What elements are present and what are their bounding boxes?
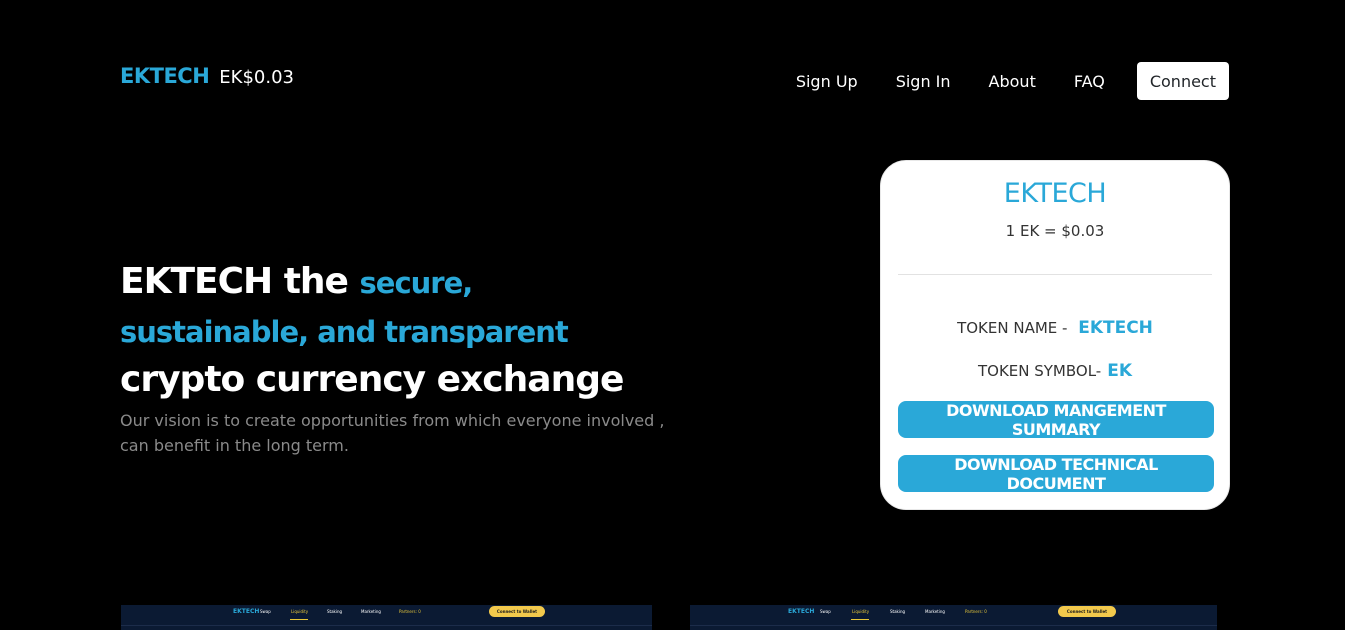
- preview-connect-button: Connect to Wallet: [1058, 606, 1116, 617]
- nav-faq[interactable]: FAQ: [1074, 72, 1105, 91]
- token-name-value: EKTECH: [1078, 318, 1153, 338]
- preview-item: Partners: 0: [399, 609, 421, 614]
- main-nav: Sign Up Sign In About FAQ Connect: [796, 62, 1229, 100]
- preview-item: Staking: [327, 609, 343, 614]
- preview-item: Staking: [890, 609, 906, 614]
- nav-sign-in[interactable]: Sign In: [896, 72, 951, 91]
- preview-item: Marketing: [925, 609, 945, 614]
- preview-navbar: EKTECH Swap Liquidity Staking Marketing …: [121, 605, 652, 620]
- card-rate: 1 EK = $0.03: [1005, 222, 1105, 240]
- card-title: EKTECH: [1003, 178, 1107, 209]
- hero-title: EKTECH the secure, sustainable, and tran…: [120, 258, 680, 404]
- preview-brand: EKTECH: [233, 608, 260, 615]
- token-symbol-value: EK: [1107, 361, 1133, 381]
- preview-item: Swap: [260, 609, 271, 614]
- preview-screenshot: EKTECH Swap Liquidity Staking Marketing …: [121, 605, 652, 630]
- preview-item: Swap: [820, 609, 831, 614]
- preview-navbar: EKTECH Swap Liquidity Staking Marketing …: [690, 605, 1217, 620]
- preview-item: Marketing: [361, 609, 381, 614]
- token-price: EK$0.03: [219, 67, 294, 88]
- page: EKTECH EK$0.03 Sign Up Sign In About FAQ…: [0, 0, 1345, 630]
- preview-item: Liquidity: [852, 609, 870, 614]
- hero-subtitle: Our vision is to create opportunities fr…: [120, 411, 665, 455]
- token-name-label: TOKEN NAME -: [957, 319, 1073, 337]
- brand-name[interactable]: EKTECH: [120, 64, 210, 88]
- connect-button[interactable]: Connect: [1136, 62, 1229, 100]
- preview-item: Partners: 0: [965, 609, 987, 614]
- hero-title-part1: EKTECH the: [120, 261, 360, 302]
- preview-active-underline: [851, 619, 869, 620]
- token-name-row: TOKEN NAME - EKTECH: [881, 318, 1229, 338]
- token-symbol-label: TOKEN SYMBOL-: [977, 362, 1102, 380]
- preview-connect-button: Connect to Wallet: [489, 606, 545, 617]
- preview-item: Liquidity: [291, 609, 309, 614]
- preview-brand: EKTECH: [788, 608, 815, 615]
- logo[interactable]: EKTECH EK$0.03: [120, 64, 294, 88]
- hero-title-highlight1: secure,: [359, 266, 474, 300]
- card-divider: [898, 274, 1212, 275]
- hero-title-highlight2: sustainable, and transparent: [120, 315, 569, 349]
- preview-active-underline: [290, 619, 308, 620]
- preview-divider: [690, 625, 1217, 626]
- preview-screenshot: EKTECH Swap Liquidity Staking Marketing …: [690, 605, 1217, 630]
- token-card: EKTECH 1 EK = $0.03 TOKEN NAME - EKTECH …: [880, 160, 1230, 510]
- hero-section: EKTECH the secure, sustainable, and tran…: [120, 258, 680, 458]
- download-summary-button[interactable]: DOWNLOAD MANGEMENT SUMMARY: [898, 401, 1214, 439]
- hero-title-part2: crypto currency exchange: [120, 359, 624, 400]
- nav-about[interactable]: About: [989, 72, 1036, 91]
- token-symbol-row: TOKEN SYMBOL- EK: [881, 361, 1229, 381]
- nav-sign-up[interactable]: Sign Up: [796, 72, 858, 91]
- preview-divider: [121, 625, 652, 626]
- download-technical-button[interactable]: DOWNLOAD TECHNICAL DOCUMENT: [898, 455, 1214, 493]
